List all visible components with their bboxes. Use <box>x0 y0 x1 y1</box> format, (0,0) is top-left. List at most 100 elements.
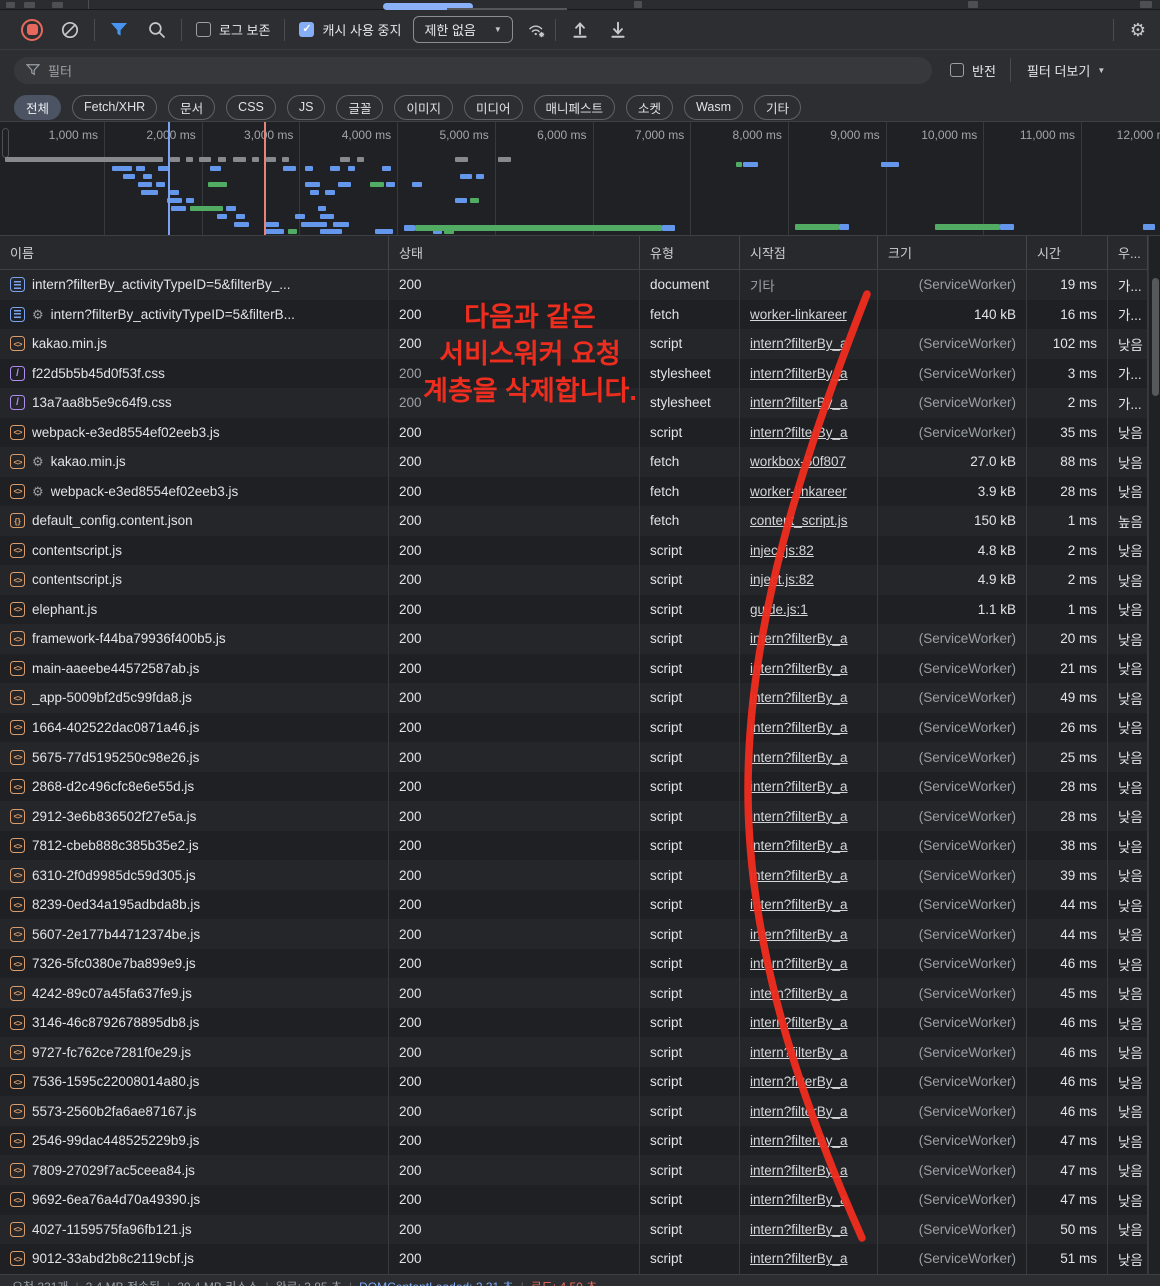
column-header-4[interactable]: 크기 <box>878 236 1027 269</box>
initiator-link[interactable]: worker-linkareer <box>750 484 847 499</box>
request-row[interactable]: <>7812-cbeb888c385b35e2.js200scriptinter… <box>0 831 1148 861</box>
initiator-link[interactable]: intern?filterBy_a <box>750 1015 848 1030</box>
request-row[interactable]: <>2868-d2c496cfc8e6e55d.js200scriptinter… <box>0 772 1148 802</box>
initiator-link[interactable]: intern?filterBy_a <box>750 956 848 971</box>
initiator-link[interactable]: intern?filterBy_a <box>750 986 848 1001</box>
initiator-link[interactable]: intern?filterBy_a <box>750 1104 848 1119</box>
invert-filter-checkbox[interactable] <box>950 63 964 77</box>
initiator-link[interactable]: inject.js:82 <box>750 572 814 587</box>
clear-button[interactable] <box>60 20 80 40</box>
initiator-link[interactable]: intern?filterBy_a <box>750 927 848 942</box>
initiator-link[interactable]: intern?filterBy_a <box>750 395 848 410</box>
scrollbar-thumb[interactable] <box>1152 278 1159 396</box>
initiator-link[interactable]: intern?filterBy_a <box>750 366 848 381</box>
request-row[interactable]: <>9727-fc762ce7281f0e29.js200scriptinter… <box>0 1037 1148 1067</box>
column-header-5[interactable]: 시간 <box>1027 236 1108 269</box>
import-har-icon[interactable] <box>570 20 590 40</box>
request-row[interactable]: /13a7aa8b5e9c64f9.css200stylesheetintern… <box>0 388 1148 418</box>
initiator-link[interactable]: intern?filterBy_a <box>750 631 848 646</box>
initiator-link[interactable]: intern?filterBy_a <box>750 750 848 765</box>
request-row[interactable]: <>main-aaeebe44572587ab.js200scriptinter… <box>0 654 1148 684</box>
disable-cache-checkbox[interactable]: ✓ <box>299 22 314 37</box>
initiator-link[interactable]: intern?filterBy_a <box>750 1045 848 1060</box>
filter-chip-Fetch/XHR[interactable]: Fetch/XHR <box>72 95 157 120</box>
filter-input[interactable]: 필터 <box>14 57 932 84</box>
request-row[interactable]: /f22d5b5b45d0f53f.css200stylesheetintern… <box>0 359 1148 389</box>
initiator-link[interactable]: workbox-50f807 <box>750 454 846 469</box>
filter-chip-기타[interactable]: 기타 <box>754 95 801 120</box>
scrollbar[interactable] <box>1148 236 1160 1274</box>
record-button[interactable] <box>21 19 43 41</box>
initiator-link[interactable]: intern?filterBy_a <box>750 425 848 440</box>
initiator-link[interactable]: intern?filterBy_a <box>750 720 848 735</box>
more-filters-button[interactable]: 필터 더보기 ▼ <box>1027 61 1105 80</box>
request-row[interactable]: <>_app-5009bf2d5c99fda8.js200scriptinter… <box>0 683 1148 713</box>
filter-chip-소켓[interactable]: 소켓 <box>626 95 673 120</box>
column-header-6[interactable]: 우... <box>1108 236 1148 269</box>
request-row[interactable]: {}default_config.content.json200fetchcon… <box>0 506 1148 536</box>
request-row[interactable]: <>2912-3e6b836502f27e5a.js200scriptinter… <box>0 801 1148 831</box>
initiator-link[interactable]: intern?filterBy_a <box>750 1222 848 1237</box>
initiator-link[interactable]: inject.js:82 <box>750 543 814 558</box>
request-row[interactable]: <>contentscript.js200scriptinject.js:824… <box>0 536 1148 566</box>
request-row[interactable]: <>⚙kakao.min.js200fetchworkbox-50f80727.… <box>0 447 1148 477</box>
request-row[interactable]: <>7326-5fc0380e7ba899e9.js200scriptinter… <box>0 949 1148 979</box>
export-har-icon[interactable] <box>608 20 628 40</box>
filter-chip-매니페스트[interactable]: 매니페스트 <box>534 95 616 120</box>
initiator-link[interactable]: intern?filterBy_a <box>750 1074 848 1089</box>
settings-gear-icon[interactable]: ⚙ <box>1128 20 1148 40</box>
initiator-link[interactable]: intern?filterBy_a <box>750 779 848 794</box>
request-row[interactable]: <>8239-0ed34a195adbda8b.js200scriptinter… <box>0 890 1148 920</box>
throttling-select[interactable]: 제한 없음 ▼ <box>413 16 512 43</box>
initiator-link[interactable]: intern?filterBy_a <box>750 897 848 912</box>
filter-chip-미디어[interactable]: 미디어 <box>464 95 523 120</box>
initiator-link[interactable]: intern?filterBy_a <box>750 1192 848 1207</box>
filter-toggle-icon[interactable] <box>109 20 129 40</box>
request-row[interactable]: <>5675-77d5195250c98e26.js200scriptinter… <box>0 742 1148 772</box>
filter-chip-전체[interactable]: 전체 <box>14 95 61 120</box>
request-row[interactable]: <>4242-89c07a45fa637fe9.js200scriptinter… <box>0 978 1148 1008</box>
column-header-2[interactable]: 유형 <box>640 236 740 269</box>
filter-chip-글꼴[interactable]: 글꼴 <box>336 95 383 120</box>
request-row[interactable]: <>⚙webpack-e3ed8554ef02eeb3.js200fetchwo… <box>0 477 1148 507</box>
initiator-link[interactable]: intern?filterBy_a <box>750 661 848 676</box>
column-header-0[interactable]: 이름 <box>0 236 389 269</box>
request-row[interactable]: <>framework-f44ba79936f400b5.js200script… <box>0 624 1148 654</box>
initiator-link[interactable]: intern?filterBy_a <box>750 336 848 351</box>
column-header-3[interactable]: 시작점 <box>740 236 878 269</box>
column-header-1[interactable]: 상태 <box>389 236 640 269</box>
timeline-overview[interactable]: 1,000 ms2,000 ms3,000 ms4,000 ms5,000 ms… <box>0 122 1160 236</box>
initiator-link[interactable]: worker-linkareer <box>750 307 847 322</box>
request-row[interactable]: <>contentscript.js200scriptinject.js:824… <box>0 565 1148 595</box>
initiator-link[interactable]: intern?filterBy_a <box>750 838 848 853</box>
request-row[interactable]: <>7536-1595c22008014a80.js200scriptinter… <box>0 1067 1148 1097</box>
request-row[interactable]: <>1664-402522dac0871a46.js200scriptinter… <box>0 713 1148 743</box>
request-row[interactable]: <>4027-1159575fa96fb121.js200scriptinter… <box>0 1215 1148 1245</box>
filter-chip-이미지[interactable]: 이미지 <box>394 95 453 120</box>
request-row[interactable]: <>3146-46c8792678895db8.js200scriptinter… <box>0 1008 1148 1038</box>
request-row[interactable]: <>5573-2560b2fa6ae87167.js200scriptinter… <box>0 1096 1148 1126</box>
request-row[interactable]: ⚙intern?filterBy_activityTypeID=5&filter… <box>0 300 1148 330</box>
request-row[interactable]: <>elephant.js200scriptguide.js:11.1 kB1 … <box>0 595 1148 625</box>
network-conditions-icon[interactable] <box>527 20 547 40</box>
request-row[interactable]: <>webpack-e3ed8554ef02eeb3.js200scriptin… <box>0 418 1148 448</box>
request-row[interactable]: <>6310-2f0d9985dc59d305.js200scriptinter… <box>0 860 1148 890</box>
initiator-link[interactable]: intern?filterBy_a <box>750 1251 848 1266</box>
request-row[interactable]: <>2546-99dac448525229b9.js200scriptinter… <box>0 1126 1148 1156</box>
request-row[interactable]: <>5607-2e177b44712374be.js200scriptinter… <box>0 919 1148 949</box>
initiator-link[interactable]: guide.js:1 <box>750 602 808 617</box>
initiator-link[interactable]: intern?filterBy_a <box>750 1163 848 1178</box>
filter-chip-문서[interactable]: 문서 <box>168 95 215 120</box>
filter-chip-JS[interactable]: JS <box>287 95 326 120</box>
request-row[interactable]: <>9012-33abd2b8c2119cbf.js200scriptinter… <box>0 1244 1148 1274</box>
request-row[interactable]: <>7809-27029f7ac5ceea84.js200scriptinter… <box>0 1155 1148 1185</box>
initiator-link[interactable]: content_script.js <box>750 513 848 528</box>
preserve-log-checkbox[interactable] <box>196 22 211 37</box>
initiator-link[interactable]: intern?filterBy_a <box>750 868 848 883</box>
initiator-link[interactable]: intern?filterBy_a <box>750 690 848 705</box>
initiator-link[interactable]: intern?filterBy_a <box>750 1133 848 1148</box>
filter-chip-Wasm[interactable]: Wasm <box>684 95 743 120</box>
request-row[interactable]: intern?filterBy_activityTypeID=5&filterB… <box>0 270 1148 300</box>
request-row[interactable]: <>kakao.min.js200scriptintern?filterBy_a… <box>0 329 1148 359</box>
filter-chip-CSS[interactable]: CSS <box>226 95 276 120</box>
